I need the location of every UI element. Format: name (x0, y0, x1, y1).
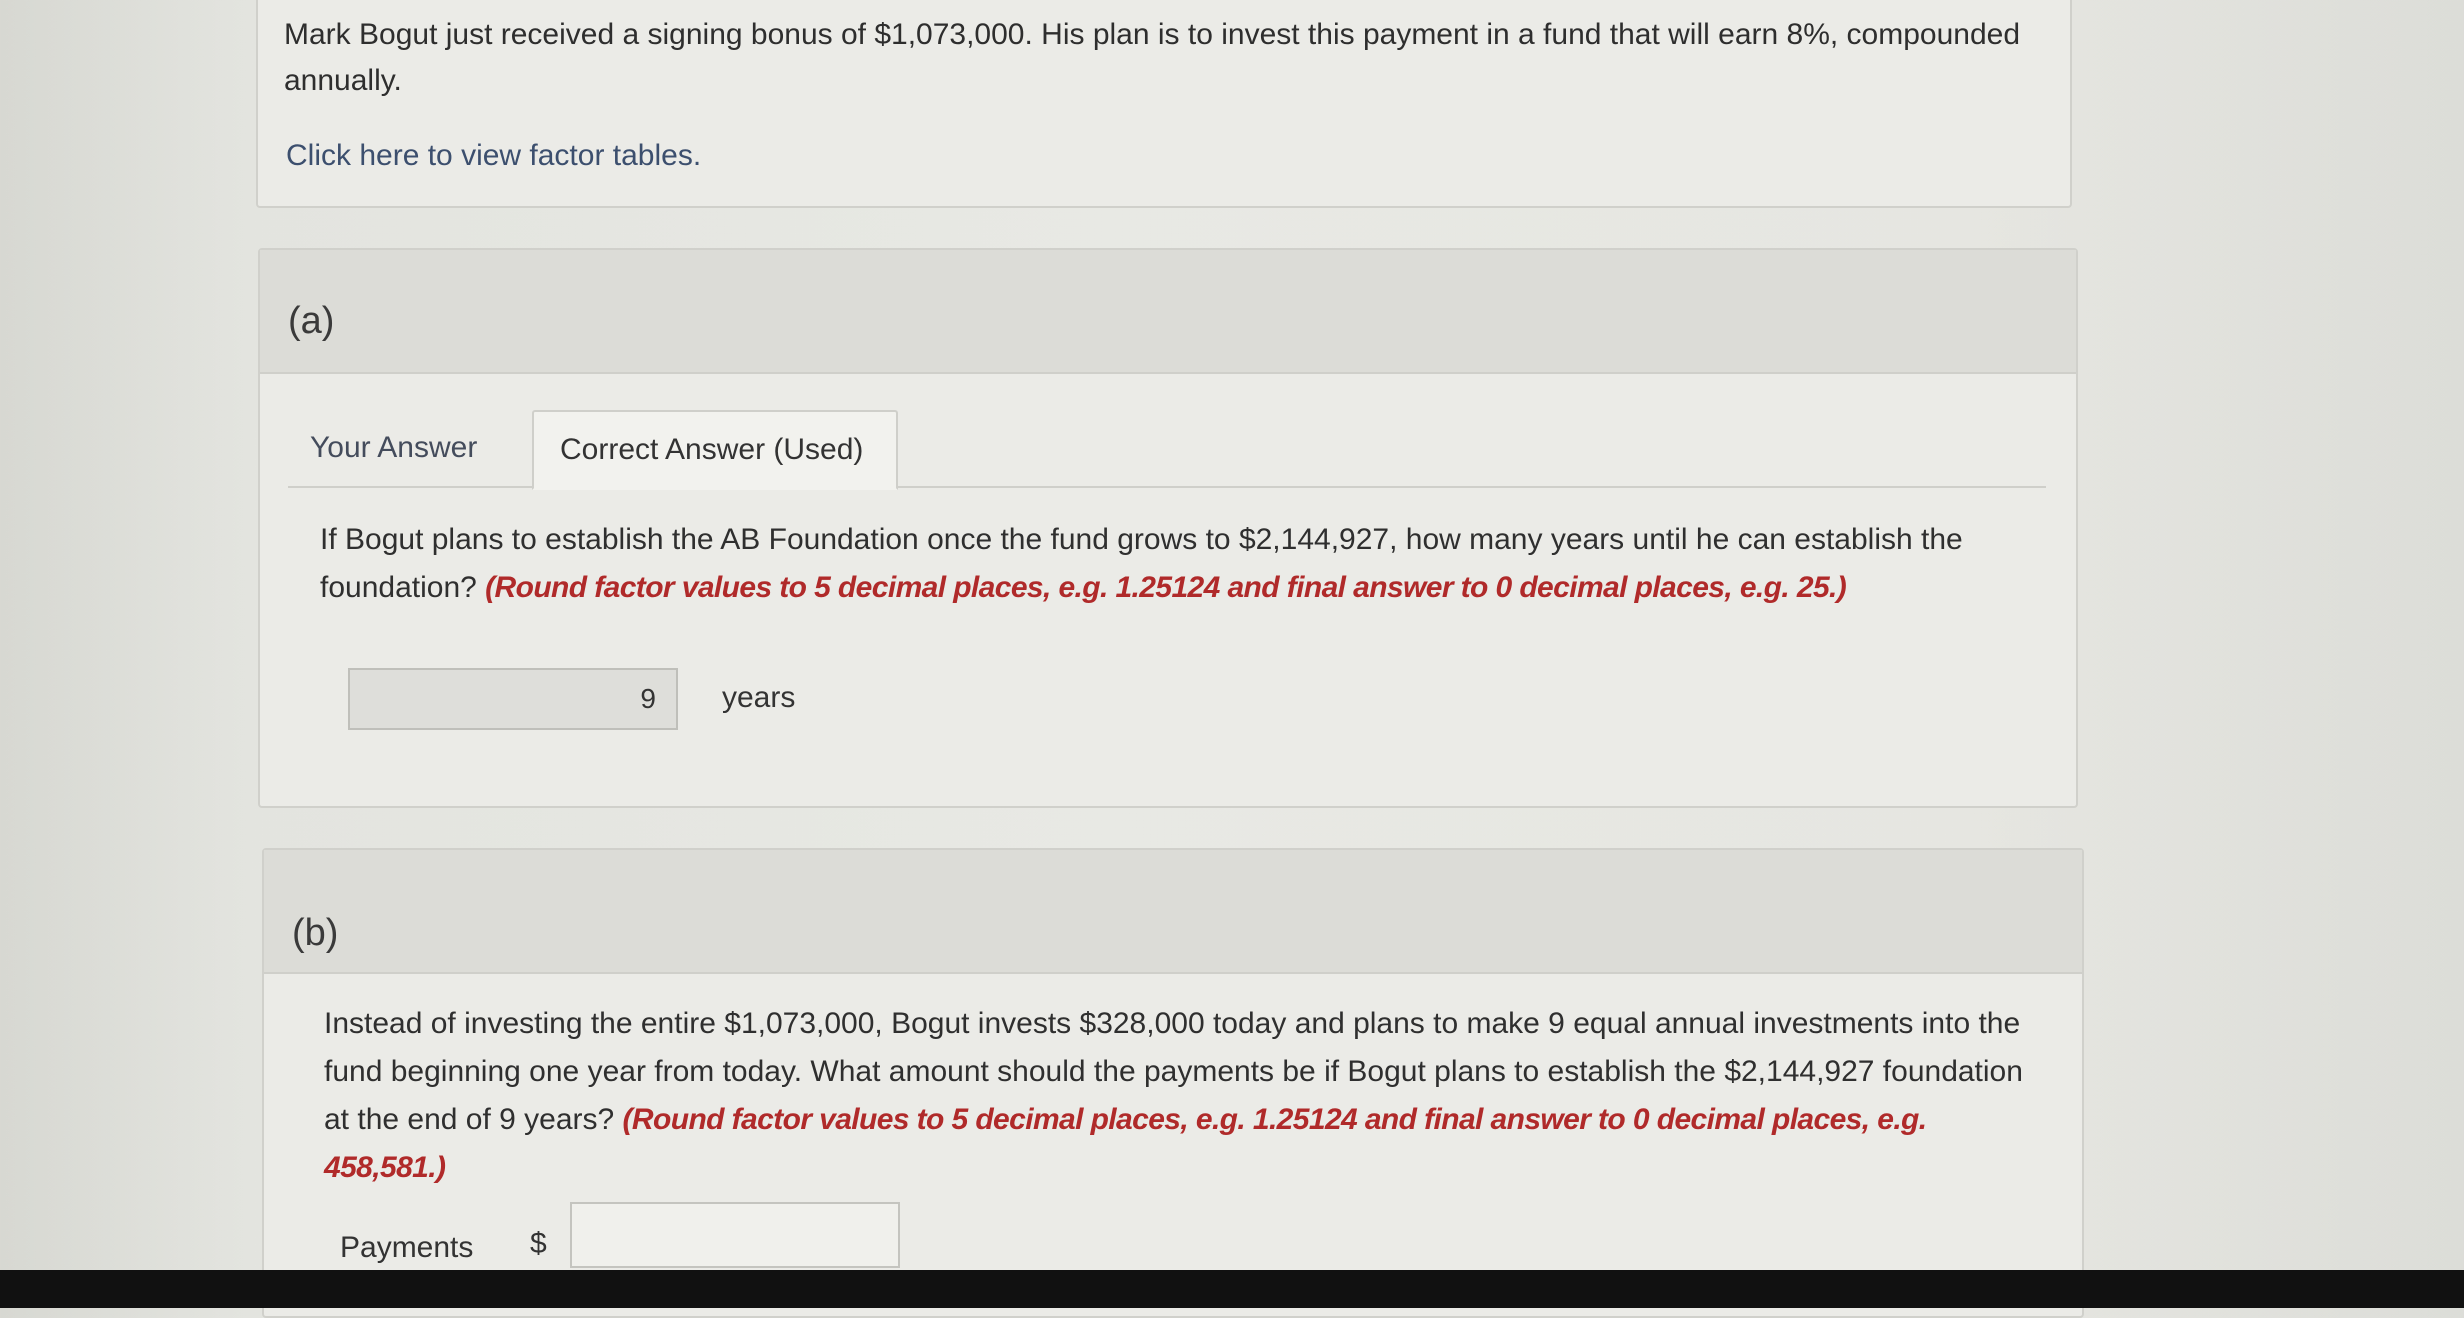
tab-correct-answer[interactable]: Correct Answer (Used) (532, 410, 898, 490)
part-a-header: (a) (260, 250, 2076, 374)
answer-tabs: Your Answer Correct Answer (Used) (288, 410, 2046, 490)
part-b-label: (b) (292, 912, 339, 954)
part-b-card: (b) Instead of investing the entire $1,0… (262, 848, 2084, 1318)
part-a-rounding-hint: (Round factor values to 5 decimal places… (485, 571, 1847, 604)
problem-statement: Mark Bogut just received a signing bonus… (284, 18, 2021, 97)
part-b-question: Instead of investing the entire $1,073,0… (324, 1000, 2044, 1192)
payments-input[interactable] (570, 1202, 900, 1268)
problem-intro-card: Mark Bogut just received a signing bonus… (256, 0, 2072, 208)
part-a-question: If Bogut plans to establish the AB Found… (320, 516, 2020, 612)
years-answer-field: 9 (348, 668, 678, 730)
part-a-card: (a) Your Answer Correct Answer (Used) If… (258, 248, 2078, 808)
tab-your-answer[interactable]: Your Answer (288, 410, 528, 486)
part-b-header: (b) (264, 850, 2082, 974)
factor-tables-link[interactable]: Click here to view factor tables. (286, 134, 701, 178)
payments-label: Payments (340, 1231, 474, 1264)
screen-bottom-edge (0, 1270, 2464, 1308)
years-unit-label: years (722, 681, 796, 714)
currency-symbol: $ (530, 1227, 547, 1260)
part-a-label: (a) (288, 300, 335, 342)
